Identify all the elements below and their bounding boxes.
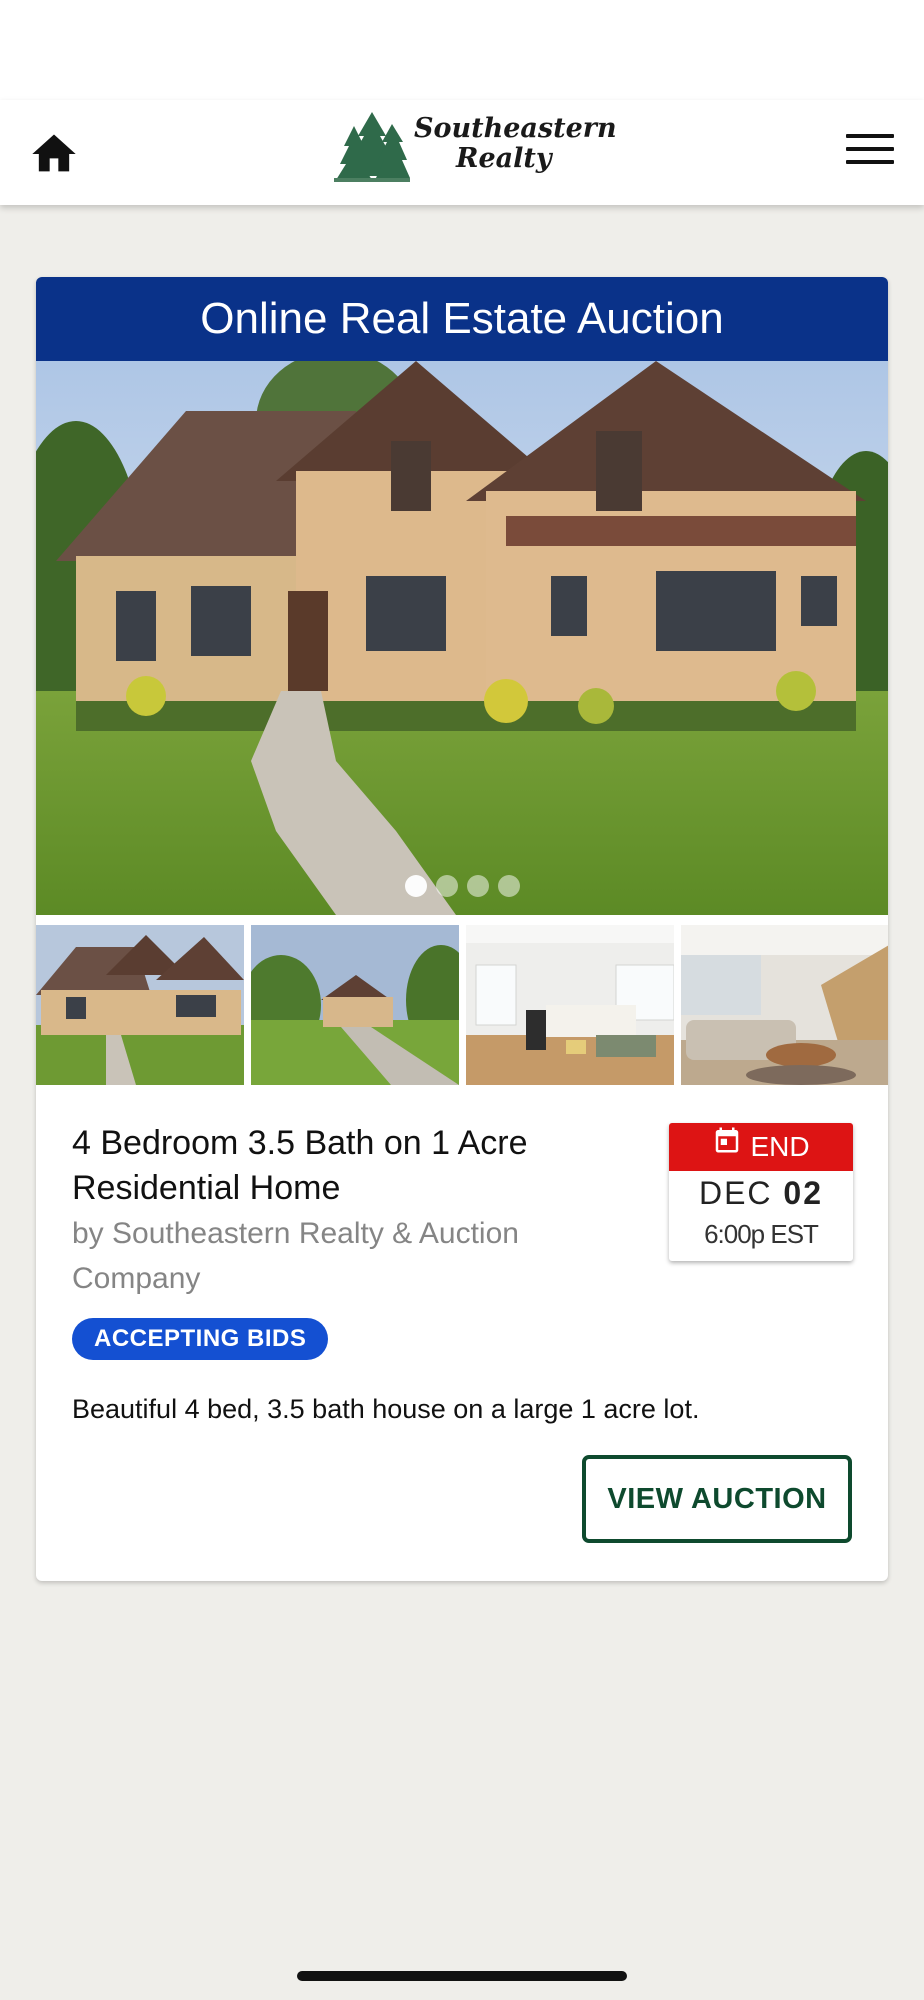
view-auction-button[interactable]: VIEW AUCTION — [582, 1455, 852, 1543]
carousel-dot-2[interactable] — [435, 875, 458, 897]
end-time: 6:00p EST — [704, 1219, 819, 1249]
auction-end-date: END DEC 02 6:00p EST — [669, 1123, 853, 1261]
end-day: 02 — [783, 1175, 824, 1211]
thumbnail-1[interactable] — [36, 925, 244, 1085]
end-label: END — [750, 1131, 810, 1162]
hero-photo-carousel[interactable] — [36, 361, 888, 915]
thumbnail-3[interactable] — [466, 925, 674, 1085]
logo-line-2: Realty — [456, 143, 552, 174]
end-month: DEC — [698, 1175, 773, 1211]
exterior-front-photo — [36, 925, 244, 1085]
carousel-dot-3[interactable] — [466, 875, 489, 897]
menu-button[interactable] — [846, 134, 894, 172]
end-date: DEC 02 — [669, 1171, 853, 1215]
listing-byline: by Southeastern Realty & Auction Company — [72, 1217, 519, 1295]
pine-trees-icon — [334, 112, 410, 182]
home-button[interactable] — [28, 128, 80, 180]
home-icon — [32, 134, 76, 172]
auction-card: Online Real Estate Auction 4 Bedroom 3.5… — [36, 277, 888, 1581]
status-bar — [0, 0, 924, 100]
exterior-yard-photo — [251, 925, 459, 1085]
listing-description: Beautiful 4 bed, 3.5 bath house on a lar… — [72, 1394, 700, 1424]
carousel-dot-4[interactable] — [497, 875, 520, 897]
status-badge: ACCEPTING BIDS — [72, 1318, 329, 1360]
end-header: END — [669, 1123, 853, 1171]
listing-title[interactable]: 4 Bedroom 3.5 Bath on 1 Acre Residential… — [72, 1121, 672, 1211]
auction-type-banner: Online Real Estate Auction — [36, 277, 888, 361]
open-living-area-photo — [681, 925, 888, 1085]
thumbnail-2[interactable] — [251, 925, 459, 1085]
southeastern-realty-logo[interactable]: Southeastern Realty — [332, 106, 617, 188]
calendar-icon — [712, 1123, 742, 1170]
living-room-photo — [466, 925, 674, 1085]
logo-wordmark: Southeastern Realty — [414, 113, 617, 174]
logo-line-1: Southeastern — [414, 113, 617, 144]
thumbnail-strip — [36, 915, 888, 1085]
house-exterior-photo — [36, 361, 888, 915]
thumbnail-4[interactable] — [681, 925, 888, 1085]
hamburger-menu-icon — [846, 134, 894, 164]
carousel-dot-1[interactable] — [404, 875, 427, 897]
app-header: Southeastern Realty — [0, 100, 924, 205]
home-indicator[interactable] — [297, 1971, 627, 1981]
